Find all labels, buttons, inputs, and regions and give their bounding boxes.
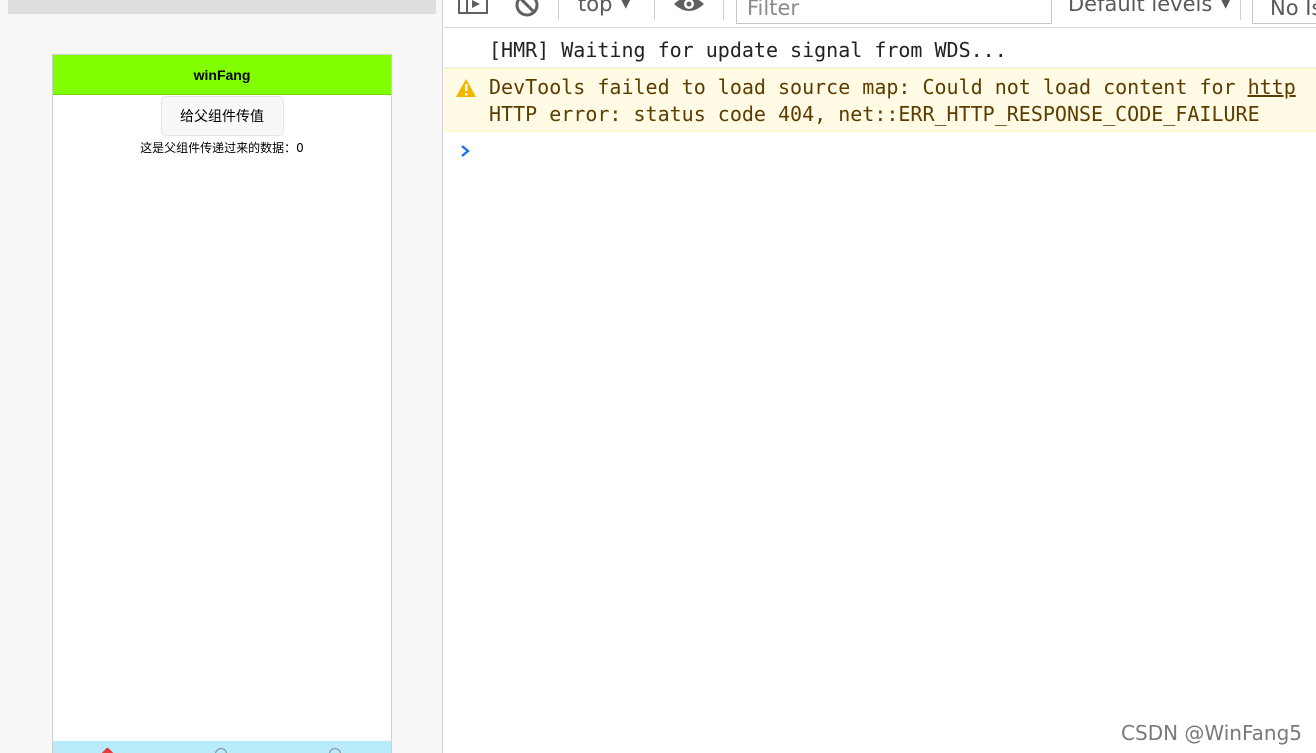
tab-second-icon[interactable] <box>215 748 227 753</box>
warning-line-1: DevTools failed to load source map: Coul… <box>489 74 1316 101</box>
log-text: [HMR] Waiting for update signal from WDS… <box>489 38 1007 62</box>
simulator-toolbar <box>8 0 436 14</box>
devtools-panel: top ▼ Filter Default levels ▼ No Issues [H… <box>444 0 1316 753</box>
console-log-message: [HMR] Waiting for update signal from WDS… <box>444 30 1316 68</box>
console-prompt[interactable] <box>444 132 1316 170</box>
console-messages: [HMR] Waiting for update signal from WDS… <box>444 30 1316 170</box>
page-title: winFang <box>193 66 251 83</box>
live-expression-icon[interactable] <box>673 0 705 20</box>
sidebar-toggle-icon[interactable] <box>458 0 488 22</box>
clear-console-icon[interactable] <box>514 0 540 22</box>
phone-frame: winFang 给父组件传值 这是父组件传递过来的数据：0 <box>52 54 392 753</box>
filter-input[interactable]: Filter <box>736 0 1052 24</box>
tab-third-icon[interactable] <box>329 748 341 753</box>
warning-text: DevTools failed to load source map: Coul… <box>489 75 1248 99</box>
console-prompt-icon <box>461 145 470 157</box>
chevron-down-icon: ▼ <box>1220 0 1232 11</box>
toolbar-divider <box>654 0 655 20</box>
parent-data-text: 这是父组件传递过来的数据：0 <box>140 141 304 155</box>
tab-home-icon[interactable] <box>101 747 114 753</box>
navigation-bar: winFang <box>53 55 391 95</box>
issues-button[interactable]: No Issues <box>1252 0 1316 24</box>
console-toolbar: top ▼ Filter Default levels ▼ No Issues <box>444 0 1316 28</box>
log-levels-dropdown[interactable]: Default levels ▼ <box>1068 0 1231 16</box>
warning-line-2: HTTP error: status code 404, net::ERR_HT… <box>489 102 1260 126</box>
watermark: CSDN @WinFang5 <box>1121 721 1302 745</box>
screen-root: winFang 给父组件传值 这是父组件传递过来的数据：0 top ▼ Filt… <box>0 0 1316 753</box>
toolbar-divider <box>1240 0 1241 20</box>
levels-label: Default levels <box>1068 0 1213 16</box>
send-to-parent-button[interactable]: 给父组件传值 <box>160 96 284 136</box>
simulator-pane: winFang 给父组件传值 这是父组件传递过来的数据：0 <box>0 0 443 753</box>
toolbar-divider <box>558 0 559 20</box>
context-label: top <box>578 0 613 16</box>
warning-icon <box>456 79 476 97</box>
source-map-link[interactable]: http <box>1248 75 1296 99</box>
context-selector[interactable]: top ▼ <box>578 0 631 16</box>
chevron-down-icon: ▼ <box>620 0 632 11</box>
console-warning-message: DevTools failed to load source map: Coul… <box>444 68 1316 132</box>
tab-bar <box>53 741 391 753</box>
toolbar-divider <box>723 0 724 20</box>
